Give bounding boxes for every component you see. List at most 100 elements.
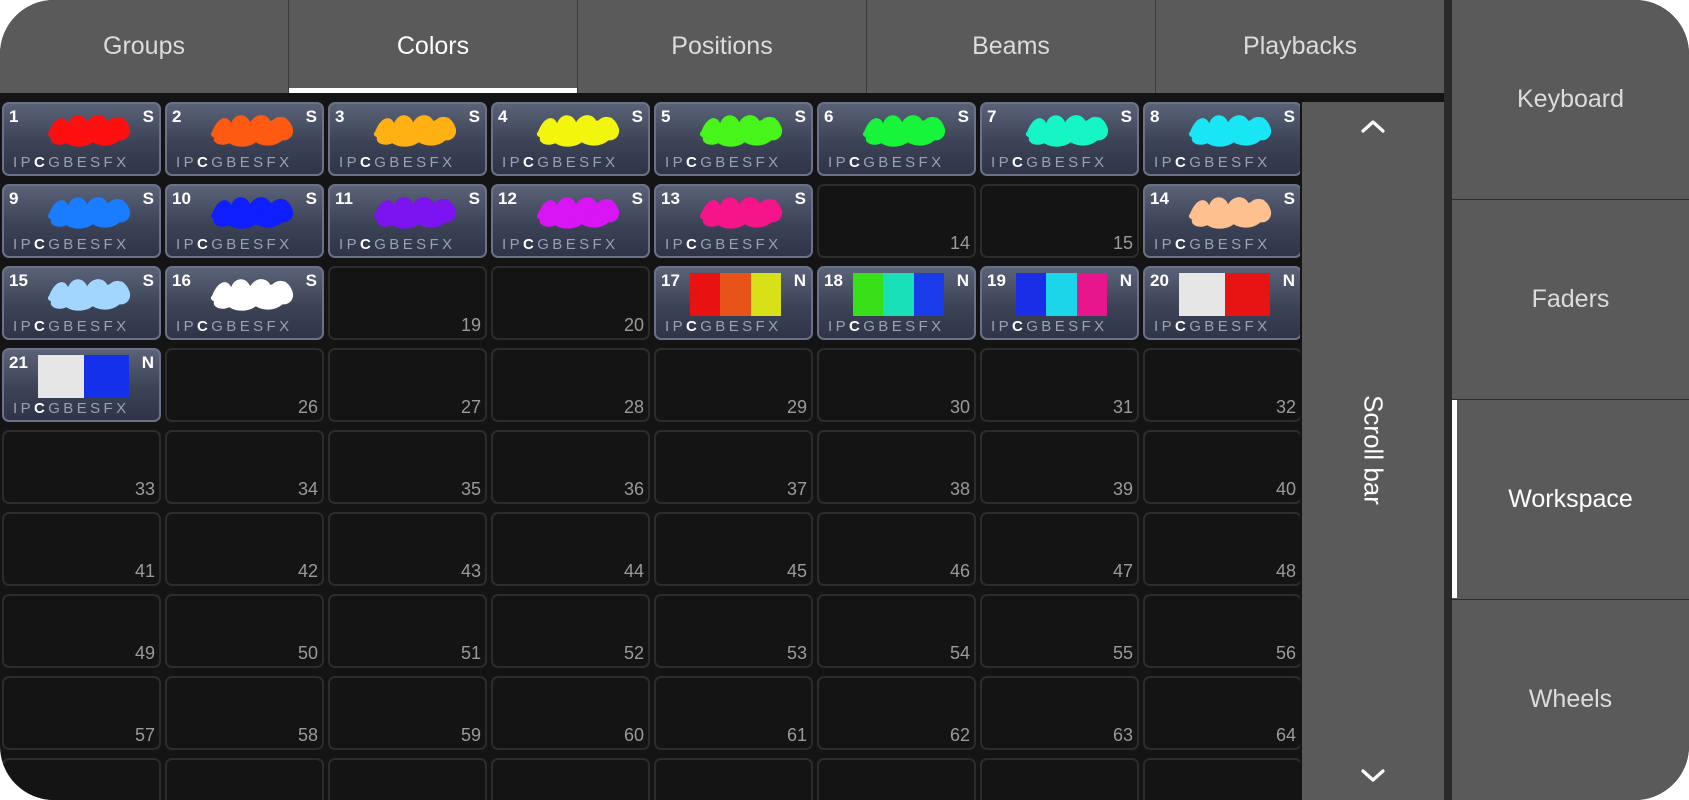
empty-preset-cell[interactable]: 19 [328,266,487,340]
color-preset-cell[interactable]: 15 S IPCGBESFX [2,266,161,340]
attribute-letter: S [253,154,267,171]
empty-preset-cell[interactable]: 42 [165,512,324,586]
scroll-up-button[interactable] [1302,102,1444,150]
attribute-letters: IPCGBESFX [502,236,618,253]
empty-preset-cell[interactable]: 49 [2,594,161,668]
color-bar [750,273,781,316]
empty-preset-cell[interactable]: 69 [654,758,813,800]
color-preset-cell[interactable]: 8 S IPCGBESFX [1143,102,1300,176]
empty-preset-cell[interactable]: 29 [654,348,813,422]
attribute-letter: P [1161,154,1175,171]
empty-preset-cell[interactable]: 60 [491,676,650,750]
empty-preset-cell[interactable]: 39 [980,430,1139,504]
attribute-letter: FX [592,154,619,171]
color-preset-cell[interactable]: 10 S IPCGBESFX [165,184,324,258]
color-preset-cell[interactable]: 7 S IPCGBESFX [980,102,1139,176]
empty-preset-cell[interactable]: 43 [328,512,487,586]
color-preset-cell[interactable]: 18 N IPCGBESFX [817,266,976,340]
attribute-letter: I [339,154,347,171]
empty-preset-cell[interactable]: 67 [328,758,487,800]
color-preset-cell[interactable]: 6 S IPCGBESFX [817,102,976,176]
color-swatch-icon [47,115,131,147]
empty-preset-cell[interactable]: 40 [1143,430,1300,504]
color-preset-cell[interactable]: 13 S IPCGBESFX [654,184,813,258]
attribute-letter: B [552,236,566,253]
side-item-workspace[interactable]: Workspace [1452,399,1689,598]
empty-preset-cell[interactable]: 30 [817,348,976,422]
empty-preset-cell[interactable]: 41 [2,512,161,586]
empty-preset-cell[interactable]: 27 [328,348,487,422]
empty-preset-cell[interactable]: 28 [491,348,650,422]
tab-colors[interactable]: Colors [289,0,578,93]
empty-preset-cell[interactable]: 66 [165,758,324,800]
color-preset-cell[interactable]: 19 N IPCGBESFX [980,266,1139,340]
empty-preset-cell[interactable]: 62 [817,676,976,750]
empty-preset-cell[interactable]: 35 [328,430,487,504]
empty-preset-cell[interactable]: 53 [654,594,813,668]
empty-preset-cell[interactable]: 31 [980,348,1139,422]
empty-preset-cell[interactable]: 48 [1143,512,1300,586]
empty-preset-cell[interactable]: 61 [654,676,813,750]
color-preset-cell[interactable]: 1 S IPCGBESFX [2,102,161,176]
empty-preset-cell[interactable]: 50 [165,594,324,668]
color-preset-cell[interactable]: 17 N IPCGBESFX [654,266,813,340]
empty-preset-cell[interactable]: 38 [817,430,976,504]
color-preset-cell[interactable]: 4 S IPCGBESFX [491,102,650,176]
slot-number: 37 [786,479,807,499]
color-preset-cell[interactable]: 2 S IPCGBESFX [165,102,324,176]
tab-beams[interactable]: Beams [867,0,1156,93]
attribute-letter: E [565,236,580,253]
color-preset-cell[interactable]: 16 S IPCGBESFX [165,266,324,340]
empty-preset-cell[interactable]: 58 [165,676,324,750]
empty-preset-cell[interactable]: 56 [1143,594,1300,668]
empty-preset-cell[interactable]: 72 [1143,758,1300,800]
slot-number: 42 [297,561,318,581]
tab-playbacks[interactable]: Playbacks [1156,0,1444,93]
empty-preset-cell[interactable]: 45 [654,512,813,586]
side-item-wheels[interactable]: Wheels [1452,599,1689,798]
empty-preset-cell[interactable]: 15 [980,184,1139,258]
tab-positions[interactable]: Positions [578,0,867,93]
color-preset-cell[interactable]: 20 N IPCGBESFX [1143,266,1300,340]
empty-preset-cell[interactable]: 65 [2,758,161,800]
color-bars-swatch [690,273,781,316]
side-item-faders[interactable]: Faders [1452,199,1689,398]
preset-flag: S [957,107,969,126]
color-preset-cell[interactable]: 12 S IPCGBESFX [491,184,650,258]
empty-preset-cell[interactable]: 64 [1143,676,1300,750]
empty-preset-cell[interactable]: 44 [491,512,650,586]
slot-number: 36 [623,479,644,499]
color-preset-cell[interactable]: 3 S IPCGBESFX [328,102,487,176]
empty-preset-cell[interactable]: 26 [165,348,324,422]
attribute-letter: G [537,154,553,171]
empty-preset-cell[interactable]: 54 [817,594,976,668]
empty-preset-cell[interactable]: 55 [980,594,1139,668]
color-preset-cell[interactable]: 9 S IPCGBESFX [2,184,161,258]
attribute-letter: G [48,154,64,171]
color-preset-cell[interactable]: 21 N IPCGBESFX [2,348,161,422]
empty-preset-cell[interactable]: 59 [328,676,487,750]
empty-preset-cell[interactable]: 52 [491,594,650,668]
empty-preset-cell[interactable]: 70 [817,758,976,800]
empty-preset-cell[interactable]: 20 [491,266,650,340]
empty-preset-cell[interactable]: 47 [980,512,1139,586]
empty-preset-cell[interactable]: 36 [491,430,650,504]
color-preset-cell[interactable]: 5 S IPCGBESFX [654,102,813,176]
empty-preset-cell[interactable]: 32 [1143,348,1300,422]
empty-preset-cell[interactable]: 57 [2,676,161,750]
empty-preset-cell[interactable]: 63 [980,676,1139,750]
empty-preset-cell[interactable]: 37 [654,430,813,504]
empty-preset-cell[interactable]: 51 [328,594,487,668]
side-item-keyboard[interactable]: Keyboard [1452,0,1689,199]
empty-preset-cell[interactable]: 14 [817,184,976,258]
scroll-bar[interactable]: Scroll bar [1302,102,1444,800]
scroll-down-button[interactable] [1302,752,1444,800]
empty-preset-cell[interactable]: 34 [165,430,324,504]
tab-groups[interactable]: Groups [0,0,289,93]
color-preset-cell[interactable]: 14 S IPCGBESFX [1143,184,1300,258]
empty-preset-cell[interactable]: 33 [2,430,161,504]
empty-preset-cell[interactable]: 71 [980,758,1139,800]
color-preset-cell[interactable]: 11 S IPCGBESFX [328,184,487,258]
empty-preset-cell[interactable]: 68 [491,758,650,800]
empty-preset-cell[interactable]: 46 [817,512,976,586]
